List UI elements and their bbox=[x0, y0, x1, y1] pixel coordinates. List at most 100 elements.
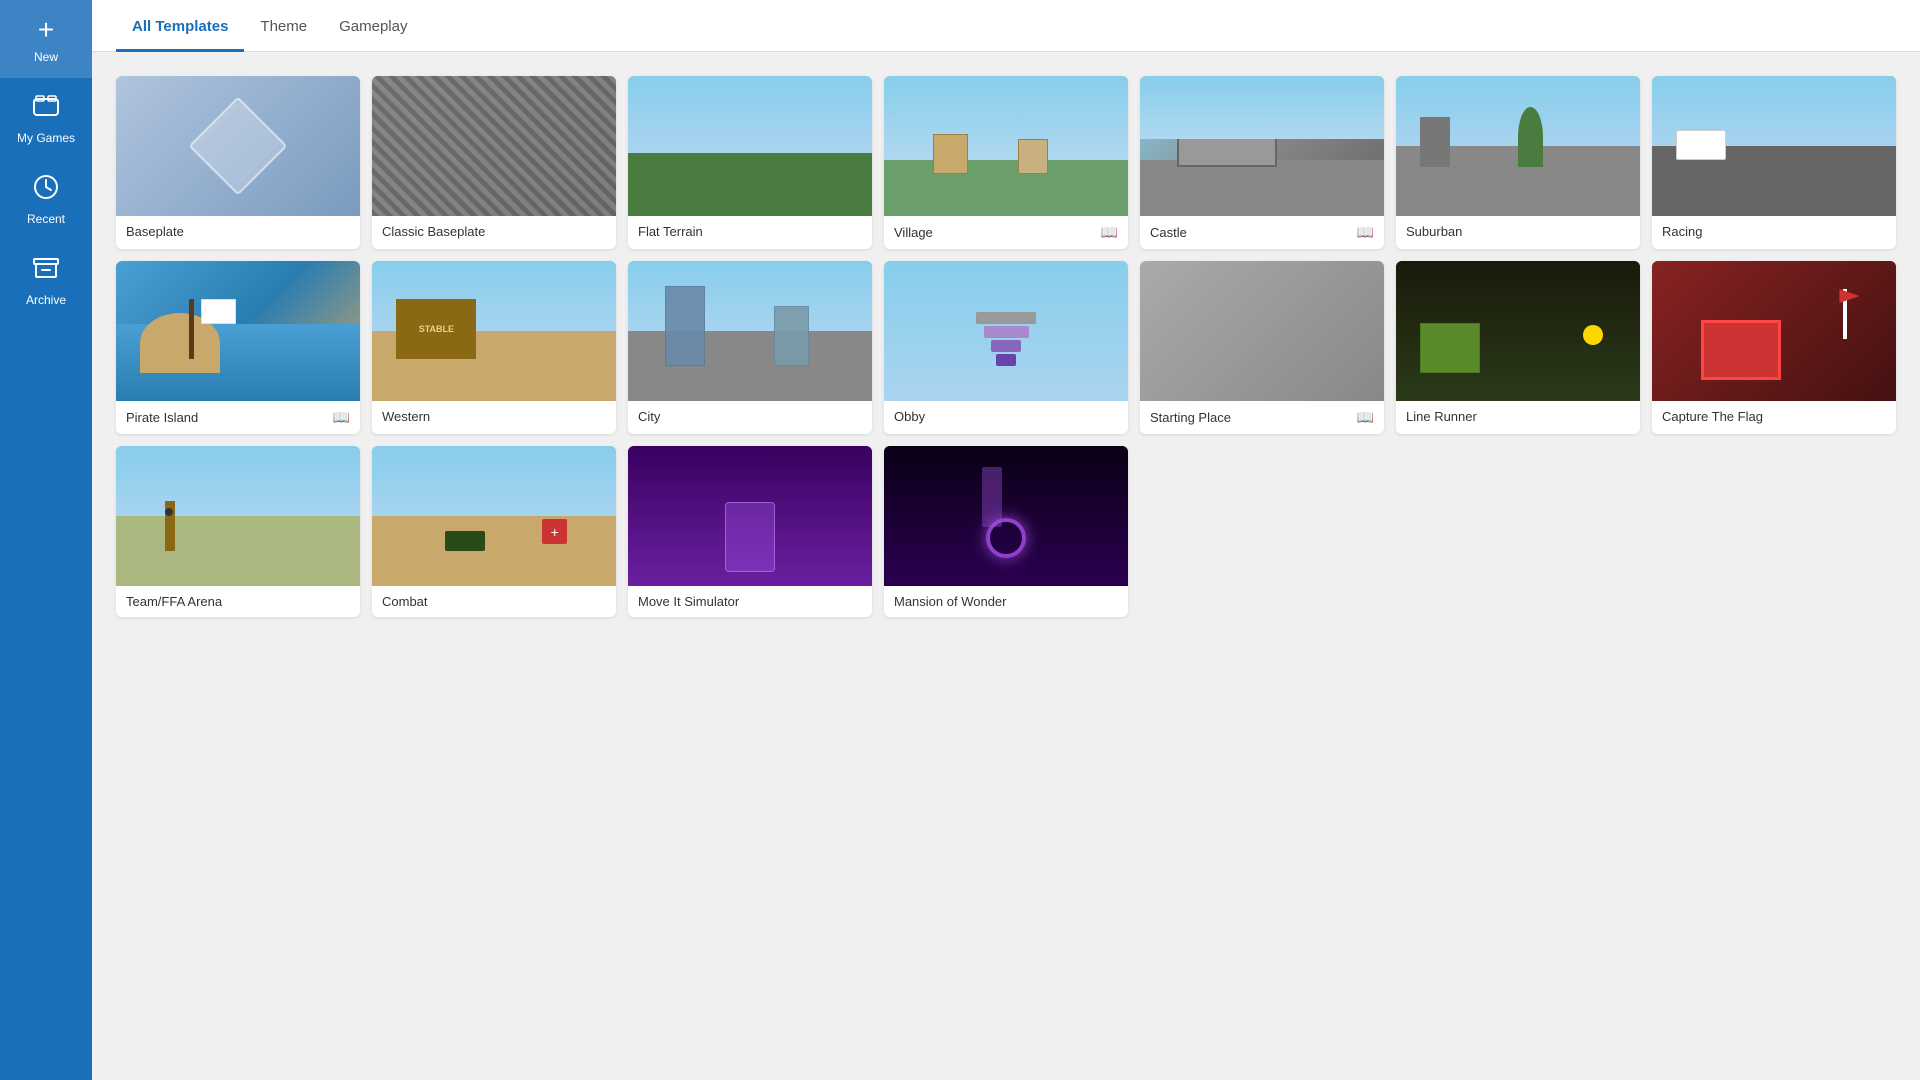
template-name-capture-the-flag: Capture The Flag bbox=[1662, 409, 1763, 424]
template-book-icon-pirate-island: 📖 bbox=[333, 409, 350, 426]
template-card-obby[interactable]: Obby bbox=[884, 261, 1128, 434]
template-thumb-image-combat: + bbox=[372, 446, 616, 586]
my-games-label: My Games bbox=[17, 131, 75, 145]
template-thumb-image-move-it-simulator bbox=[628, 446, 872, 586]
template-label-city: City bbox=[628, 401, 872, 432]
template-card-starting-place[interactable]: Starting Place 📖 bbox=[1140, 261, 1384, 434]
template-label-line-runner: Line Runner bbox=[1396, 401, 1640, 432]
template-label-mansion-of-wonder: Mansion of Wonder bbox=[884, 586, 1128, 617]
tabs-bar: All Templates Theme Gameplay bbox=[92, 0, 1920, 52]
template-book-icon-starting-place: 📖 bbox=[1357, 409, 1374, 426]
template-thumb-image-team-ffa-arena bbox=[116, 446, 360, 586]
template-name-team-ffa-arena: Team/FFA Arena bbox=[126, 594, 222, 609]
template-card-capture-the-flag[interactable]: Capture The Flag bbox=[1652, 261, 1896, 434]
template-name-obby: Obby bbox=[894, 409, 925, 424]
template-card-village[interactable]: Village 📖 bbox=[884, 76, 1128, 249]
template-name-pirate-island: Pirate Island bbox=[126, 410, 198, 425]
template-card-western[interactable]: STABLE Western bbox=[372, 261, 616, 434]
tab-gameplay[interactable]: Gameplay bbox=[323, 4, 423, 52]
template-thumb-image-racing bbox=[1652, 76, 1896, 216]
template-label-capture-the-flag: Capture The Flag bbox=[1652, 401, 1896, 432]
sidebar-item-archive[interactable]: Archive bbox=[0, 240, 92, 321]
template-thumb-castle bbox=[1140, 76, 1384, 216]
template-name-village: Village bbox=[894, 225, 933, 240]
tab-all-templates[interactable]: All Templates bbox=[116, 4, 244, 52]
template-thumb-image-baseplate bbox=[116, 76, 360, 216]
template-thumb-racing bbox=[1652, 76, 1896, 216]
template-label-classic-baseplate: Classic Baseplate bbox=[372, 216, 616, 247]
template-thumb-image-mansion-of-wonder bbox=[884, 446, 1128, 586]
template-card-combat[interactable]: + Combat bbox=[372, 446, 616, 617]
template-thumb-image-western: STABLE bbox=[372, 261, 616, 401]
template-name-city: City bbox=[638, 409, 660, 424]
template-label-combat: Combat bbox=[372, 586, 616, 617]
template-card-classic-baseplate[interactable]: Classic Baseplate bbox=[372, 76, 616, 249]
template-thumb-image-suburban bbox=[1396, 76, 1640, 216]
template-card-team-ffa-arena[interactable]: Team/FFA Arena bbox=[116, 446, 360, 617]
template-thumb-image-starting-place bbox=[1140, 261, 1384, 401]
template-thumb-obby bbox=[884, 261, 1128, 401]
template-thumb-village bbox=[884, 76, 1128, 216]
template-book-icon-village: 📖 bbox=[1101, 224, 1118, 241]
template-thumb-image-capture-the-flag bbox=[1652, 261, 1896, 401]
template-thumb-city bbox=[628, 261, 872, 401]
new-icon: + bbox=[38, 14, 54, 46]
template-name-combat: Combat bbox=[382, 594, 428, 609]
template-name-starting-place: Starting Place bbox=[1150, 410, 1231, 425]
template-thumb-capture-the-flag bbox=[1652, 261, 1896, 401]
template-label-castle: Castle📖 bbox=[1140, 216, 1384, 249]
template-name-western: Western bbox=[382, 409, 430, 424]
template-thumb-starting-place bbox=[1140, 261, 1384, 401]
template-card-line-runner[interactable]: Line Runner bbox=[1396, 261, 1640, 434]
sidebar-item-recent[interactable]: Recent bbox=[0, 159, 92, 240]
archive-label: Archive bbox=[26, 293, 66, 307]
template-thumb-baseplate bbox=[116, 76, 360, 216]
sidebar-item-my-games[interactable]: My Games bbox=[0, 78, 92, 159]
template-thumb-image-obby bbox=[884, 261, 1128, 401]
template-thumb-combat: + bbox=[372, 446, 616, 586]
template-grid: Baseplate Classic Baseplate Flat Terrain V… bbox=[116, 76, 1896, 617]
template-card-city[interactable]: City bbox=[628, 261, 872, 434]
template-thumb-team-ffa-arena bbox=[116, 446, 360, 586]
template-card-baseplate[interactable]: Baseplate bbox=[116, 76, 360, 249]
my-games-icon bbox=[32, 92, 60, 127]
new-button[interactable]: + New bbox=[0, 0, 92, 78]
template-label-starting-place: Starting Place 📖 bbox=[1140, 401, 1384, 434]
template-label-western: Western bbox=[372, 401, 616, 432]
template-thumb-image-village bbox=[884, 76, 1128, 216]
template-thumb-image-flat-terrain bbox=[628, 76, 872, 216]
template-name-line-runner: Line Runner bbox=[1406, 409, 1477, 424]
template-label-baseplate: Baseplate bbox=[116, 216, 360, 247]
template-thumb-line-runner bbox=[1396, 261, 1640, 401]
main-content: All Templates Theme Gameplay Baseplate Cl… bbox=[92, 0, 1920, 1080]
template-card-pirate-island[interactable]: Pirate Island 📖 bbox=[116, 261, 360, 434]
template-thumb-pirate-island bbox=[116, 261, 360, 401]
template-card-racing[interactable]: Racing bbox=[1652, 76, 1896, 249]
sidebar: + New My Games Recent bbox=[0, 0, 92, 1080]
template-card-move-it-simulator[interactable]: Move It Simulator bbox=[628, 446, 872, 617]
template-label-pirate-island: Pirate Island 📖 bbox=[116, 401, 360, 434]
template-label-suburban: Suburban bbox=[1396, 216, 1640, 247]
template-label-move-it-simulator: Move It Simulator bbox=[628, 586, 872, 617]
template-card-suburban[interactable]: Suburban bbox=[1396, 76, 1640, 249]
template-thumb-image-pirate-island bbox=[116, 261, 360, 401]
template-thumb-flat-terrain bbox=[628, 76, 872, 216]
template-label-flat-terrain: Flat Terrain bbox=[628, 216, 872, 247]
template-card-castle[interactable]: Castle📖 bbox=[1140, 76, 1384, 249]
template-thumb-image-city bbox=[628, 261, 872, 401]
template-thumb-image-classic-baseplate bbox=[372, 76, 616, 216]
template-label-racing: Racing bbox=[1652, 216, 1896, 247]
template-card-mansion-of-wonder[interactable]: Mansion of Wonder bbox=[884, 446, 1128, 617]
recent-label: Recent bbox=[27, 212, 65, 226]
template-name-racing: Racing bbox=[1662, 224, 1702, 239]
template-book-icon-castle: 📖 bbox=[1357, 224, 1374, 241]
tab-theme[interactable]: Theme bbox=[244, 4, 323, 52]
template-thumb-mansion-of-wonder bbox=[884, 446, 1128, 586]
new-label: New bbox=[34, 50, 58, 64]
template-name-baseplate: Baseplate bbox=[126, 224, 184, 239]
template-label-team-ffa-arena: Team/FFA Arena bbox=[116, 586, 360, 617]
template-name-suburban: Suburban bbox=[1406, 224, 1462, 239]
template-name-flat-terrain: Flat Terrain bbox=[638, 224, 703, 239]
template-card-flat-terrain[interactable]: Flat Terrain bbox=[628, 76, 872, 249]
template-thumb-image-castle bbox=[1140, 76, 1384, 216]
